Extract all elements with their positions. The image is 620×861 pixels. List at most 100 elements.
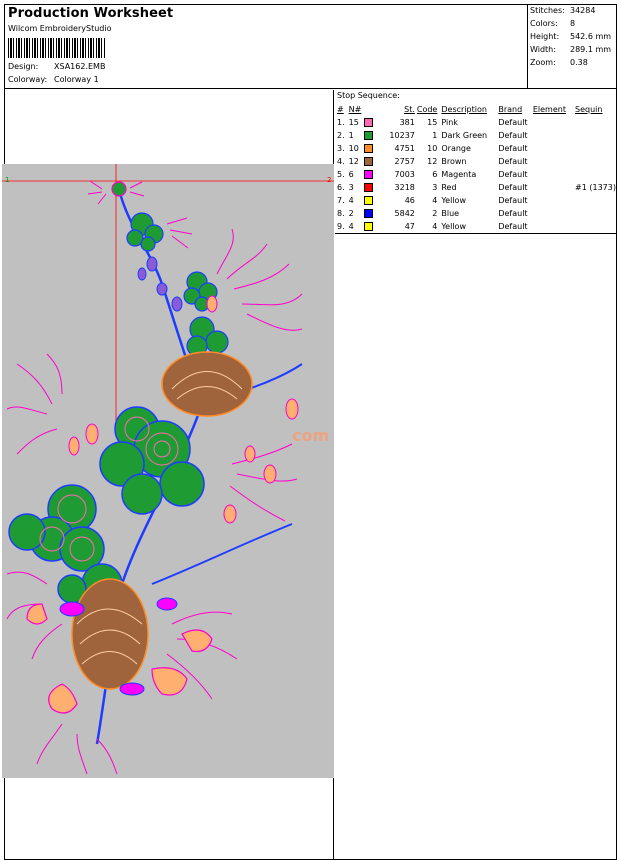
row-sequin (575, 207, 616, 220)
row-code: 4 (432, 222, 438, 231)
row-stitches: 4751 (394, 144, 415, 153)
row-sequin: #1 (1373) (575, 183, 616, 192)
row-sequin (575, 129, 616, 142)
color-swatch (364, 157, 374, 166)
col-header-code: Code (416, 105, 438, 114)
zoom-value: 0.38 (570, 58, 588, 67)
software-name: Wilcom EmbroideryStudio (8, 24, 112, 33)
row-stitches: 5842 (394, 209, 415, 218)
swatch-cell (364, 181, 383, 194)
col-header-needle: N# (348, 105, 362, 114)
brown-peony-lower (71, 578, 149, 690)
row-needle: 1 (348, 131, 354, 140)
table-row: 7. 4 46 4 Yellow Default (335, 194, 616, 207)
swatch-cell (364, 142, 383, 155)
color-swatch (364, 144, 374, 153)
small-green-flower (126, 212, 164, 252)
row-code: 3 (432, 183, 438, 192)
stem (151, 523, 293, 585)
row-code: 10 (427, 144, 438, 153)
row-code: 6 (432, 170, 438, 179)
row-brand: Default (498, 144, 528, 153)
col-header-sequin: Sequin (575, 105, 603, 114)
color-swatch (364, 222, 374, 231)
colorway-label: Colorway: (8, 75, 48, 84)
row-code: 2 (432, 209, 438, 218)
purple-buds (137, 256, 183, 312)
stop-sequence-rows: 1. 15 381 15 Pink Default 2. 1 10237 1 Dark Green D… (335, 116, 616, 233)
colors-stat: Colors: 8 (530, 19, 575, 28)
row-element (533, 168, 575, 181)
width-value: 289.1 mm (570, 45, 612, 54)
swatch-cell (364, 220, 383, 233)
row-description: Pink (441, 118, 458, 127)
height-value: 542.6 mm (570, 32, 612, 41)
row-element (533, 220, 575, 233)
row-needle: 12 (348, 157, 359, 166)
brown-peony-upper (161, 351, 253, 417)
table-row: 1. 15 381 15 Pink Default (335, 116, 616, 129)
stitches-label: Stitches: (530, 6, 565, 15)
design-filename: XSA162.EMB (54, 62, 106, 71)
row-stitches: 381 (399, 118, 415, 127)
col-header-brand: Brand (498, 105, 523, 114)
row-code: 15 (427, 118, 438, 127)
row-needle: 10 (348, 144, 359, 153)
table-row: 3. 10 4751 10 Orange Default (335, 142, 616, 155)
colors-label: Colors: (530, 19, 558, 28)
row-stitches: 3218 (394, 183, 415, 192)
design-preview-panel: 1 2 com (2, 90, 334, 860)
stop-sequence-title: Stop Sequence: (337, 91, 400, 100)
design-row: Design: XSA162.EMB (8, 62, 105, 71)
stitches-stat: Stitches: 34284 (530, 6, 595, 15)
width-stat: Width: 289.1 mm (530, 45, 611, 54)
row-description: Blue (441, 209, 460, 218)
row-needle: 6 (348, 170, 354, 179)
small-green-flower (186, 316, 229, 357)
row-element (533, 207, 575, 220)
row-code: 12 (427, 157, 438, 166)
row-code: 1 (432, 131, 438, 140)
col-header-number: # (337, 105, 344, 114)
color-swatch (364, 183, 374, 192)
row-brand: Default (498, 131, 528, 140)
table-row: 5. 6 7003 6 Magenta Default (335, 168, 616, 181)
table-row: 9. 4 47 4 Yellow Default (335, 220, 616, 233)
watermark-text: com (292, 426, 329, 445)
row-stitches: 2757 (394, 157, 415, 166)
row-element (533, 181, 575, 194)
row-stitches: 10237 (389, 131, 415, 140)
row-number: 6. (337, 183, 345, 192)
row-stitches: 47 (404, 222, 415, 231)
row-needle: 3 (348, 183, 354, 192)
row-brand: Default (498, 118, 528, 127)
row-stitches: 7003 (394, 170, 415, 179)
color-swatch (364, 118, 374, 127)
swatch-cell (364, 116, 383, 129)
row-element (533, 142, 575, 155)
row-description: Dark Green (441, 131, 488, 140)
worksheet-header: Production Worksheet Wilcom EmbroiderySt… (5, 5, 616, 89)
height-stat: Height: 542.6 mm (530, 32, 611, 41)
row-brand: Default (498, 222, 528, 231)
row-needle: 2 (348, 209, 354, 218)
embroidery-hoop-area: 1 2 com (2, 164, 334, 778)
row-number: 7. (337, 196, 345, 205)
row-sequin (575, 142, 616, 155)
zoom-stat: Zoom: 0.38 (530, 58, 588, 67)
row-brand: Default (498, 157, 528, 166)
col-header-element: Element (532, 105, 566, 114)
row-number: 4. (337, 157, 345, 166)
row-stitches: 46 (404, 196, 415, 205)
height-label: Height: (530, 32, 560, 41)
stop-sequence-table: # N# St. Code Description Brand Element … (335, 103, 616, 233)
colors-value: 8 (570, 19, 576, 28)
row-number: 8. (337, 209, 345, 218)
col-header-swatch (364, 103, 383, 116)
row-number: 2. (337, 131, 345, 140)
row-code: 4 (432, 196, 438, 205)
row-description: Magenta (441, 170, 477, 179)
row-element (533, 129, 575, 142)
colorway-value: Colorway 1 (54, 75, 99, 84)
row-description: Red (441, 183, 457, 192)
